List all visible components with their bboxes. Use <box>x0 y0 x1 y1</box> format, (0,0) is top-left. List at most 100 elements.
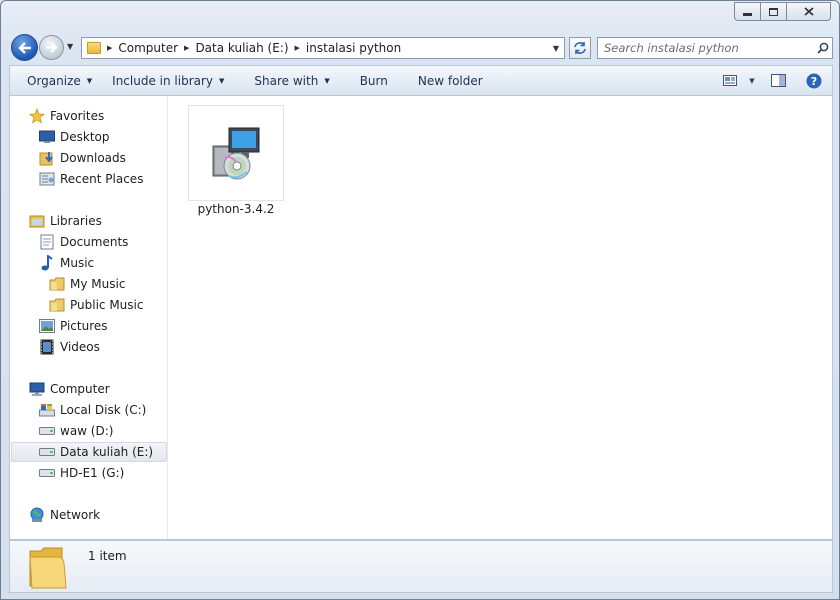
sidebar-item-music[interactable]: Music <box>39 253 94 273</box>
chevron-right-icon[interactable]: ▶ <box>107 44 112 52</box>
sidebar-item-videos[interactable]: Videos <box>39 337 100 357</box>
file-name[interactable]: python-3.4.2 <box>183 202 289 216</box>
folder-icon <box>29 547 67 589</box>
back-arrow-icon <box>17 41 31 54</box>
forward-arrow-icon <box>46 42 58 53</box>
sidebar-item-data-kuliah-e[interactable]: Data kuliah (E:) <box>11 442 167 462</box>
network-icon <box>29 507 45 523</box>
sidebar-item-label: Public Music <box>70 298 144 312</box>
breadcrumb-computer[interactable]: Computer <box>118 41 178 55</box>
sidebar-item-label: Music <box>60 256 95 270</box>
videos-icon <box>39 339 55 355</box>
chevron-down-icon: ▼ <box>219 76 225 85</box>
downloads-icon <box>39 150 55 166</box>
more-views-dropdown[interactable]: ▼ <box>744 66 760 95</box>
sidebar-item-label: Local Disk (C:) <box>60 403 147 417</box>
view-icon <box>723 75 737 86</box>
local-disk-icon <box>39 402 55 418</box>
change-view-button[interactable] <box>716 66 744 95</box>
back-button[interactable] <box>11 34 38 61</box>
sidebar-item-label: Videos <box>60 340 100 354</box>
search-input[interactable] <box>604 41 814 55</box>
sidebar-item-label: Documents <box>60 235 129 249</box>
sidebar-item-hd-e1-g[interactable]: HD-E1 (G:) <box>39 463 124 483</box>
preview-pane-icon <box>770 74 786 87</box>
chevron-down-icon: ▼ <box>86 76 93 85</box>
sidebar-item-desktop[interactable]: Desktop <box>39 127 110 147</box>
chevron-down-icon: ▼ <box>749 76 755 85</box>
organize-menu[interactable]: Organize ▼ <box>10 66 102 95</box>
sidebar-item-label: Desktop <box>60 130 110 144</box>
folder-icon <box>49 276 65 292</box>
maximize-icon <box>769 7 778 16</box>
recent-places-icon <box>39 171 55 187</box>
caption-buttons <box>734 2 831 21</box>
chevron-right-icon[interactable]: ▶ <box>295 44 300 52</box>
sidebar-item-label: Libraries <box>50 214 102 228</box>
help-icon: ? <box>806 73 822 88</box>
include-in-library-label: Include in library <box>112 73 214 88</box>
sidebar-item-label: My Music <box>70 277 126 291</box>
share-with-menu[interactable]: Share with ▼ <box>234 66 339 95</box>
sidebar-item-local-disk-c[interactable]: Local Disk (C:) <box>39 400 146 420</box>
sidebar-item-waw-d[interactable]: waw (D:) <box>39 421 113 441</box>
music-icon <box>39 255 55 271</box>
sidebar-item-recent-places[interactable]: Recent Places <box>39 169 143 189</box>
forward-button[interactable] <box>39 35 64 60</box>
breadcrumb-drive[interactable]: Data kuliah (E:) <box>195 41 288 55</box>
chevron-right-icon[interactable]: ▶ <box>184 44 189 52</box>
sidebar-item-label: waw (D:) <box>60 424 114 438</box>
sidebar-item-computer[interactable]: Computer <box>29 379 110 399</box>
computer-icon <box>29 381 45 397</box>
sidebar-item-label: Data kuliah (E:) <box>60 445 154 459</box>
libraries-icon <box>29 213 45 229</box>
include-in-library-menu[interactable]: Include in library ▼ <box>102 66 234 95</box>
sidebar-item-network[interactable]: Network <box>29 505 100 525</box>
share-with-label: Share with <box>254 73 319 88</box>
search-box <box>597 37 833 59</box>
close-icon <box>803 7 814 16</box>
folder-icon <box>49 297 65 313</box>
sidebar-item-my-music[interactable]: My Music <box>49 274 125 294</box>
sidebar-item-label: Network <box>50 508 101 522</box>
star-icon <box>29 108 45 124</box>
new-folder-label: New folder <box>417 73 483 88</box>
sidebar-item-label: Downloads <box>60 151 126 165</box>
sidebar-item-pictures[interactable]: Pictures <box>39 316 108 336</box>
chevron-down-icon[interactable]: ▼ <box>548 44 564 53</box>
sidebar-item-public-music[interactable]: Public Music <box>49 295 143 315</box>
sidebar-item-favorites[interactable]: Favorites <box>29 106 104 126</box>
new-folder-button[interactable]: New folder <box>398 66 493 95</box>
organize-label: Organize <box>27 73 81 88</box>
burn-button[interactable]: Burn <box>340 66 398 95</box>
sidebar-item-label: Pictures <box>60 319 108 333</box>
sidebar-item-documents[interactable]: Documents <box>39 232 128 252</box>
drive-icon <box>39 465 55 481</box>
recent-pages-dropdown[interactable]: ▼ <box>67 42 73 51</box>
refresh-icon <box>574 42 586 54</box>
sidebar-item-label: HD-E1 (G:) <box>60 466 125 480</box>
sidebar-item-libraries[interactable]: Libraries <box>29 211 102 231</box>
file-item[interactable] <box>188 105 284 201</box>
minimize-button[interactable] <box>734 2 761 21</box>
svg-text:?: ? <box>811 75 817 88</box>
burn-label: Burn <box>359 73 388 88</box>
navigation-pane: Favorites Desktop Downloads Recent Place… <box>10 96 168 539</box>
toolbar-right-group: ▼ ? <box>716 66 832 95</box>
sidebar-item-label: Recent Places <box>60 172 144 186</box>
refresh-button[interactable] <box>569 37 591 59</box>
installer-icon <box>212 127 260 180</box>
minimize-icon <box>743 13 752 16</box>
preview-pane-button[interactable] <box>760 66 796 95</box>
help-button[interactable]: ? <box>796 66 832 95</box>
close-button[interactable] <box>787 2 831 21</box>
command-bar: Organize ▼ Include in library ▼ Share wi… <box>9 65 833 96</box>
sidebar-item-downloads[interactable]: Downloads <box>39 148 126 168</box>
explorer-window: ▼ ▶ Computer ▶ Data kuliah (E:) ▶ instal… <box>0 0 840 600</box>
breadcrumb-folder[interactable]: instalasi python <box>306 41 401 55</box>
pictures-icon <box>39 318 55 334</box>
maximize-button[interactable] <box>761 2 787 21</box>
search-icon[interactable] <box>814 42 832 54</box>
file-list: python-3.4.2 <box>169 96 832 539</box>
address-bar[interactable]: ▶ Computer ▶ Data kuliah (E:) ▶ instalas… <box>81 37 565 59</box>
